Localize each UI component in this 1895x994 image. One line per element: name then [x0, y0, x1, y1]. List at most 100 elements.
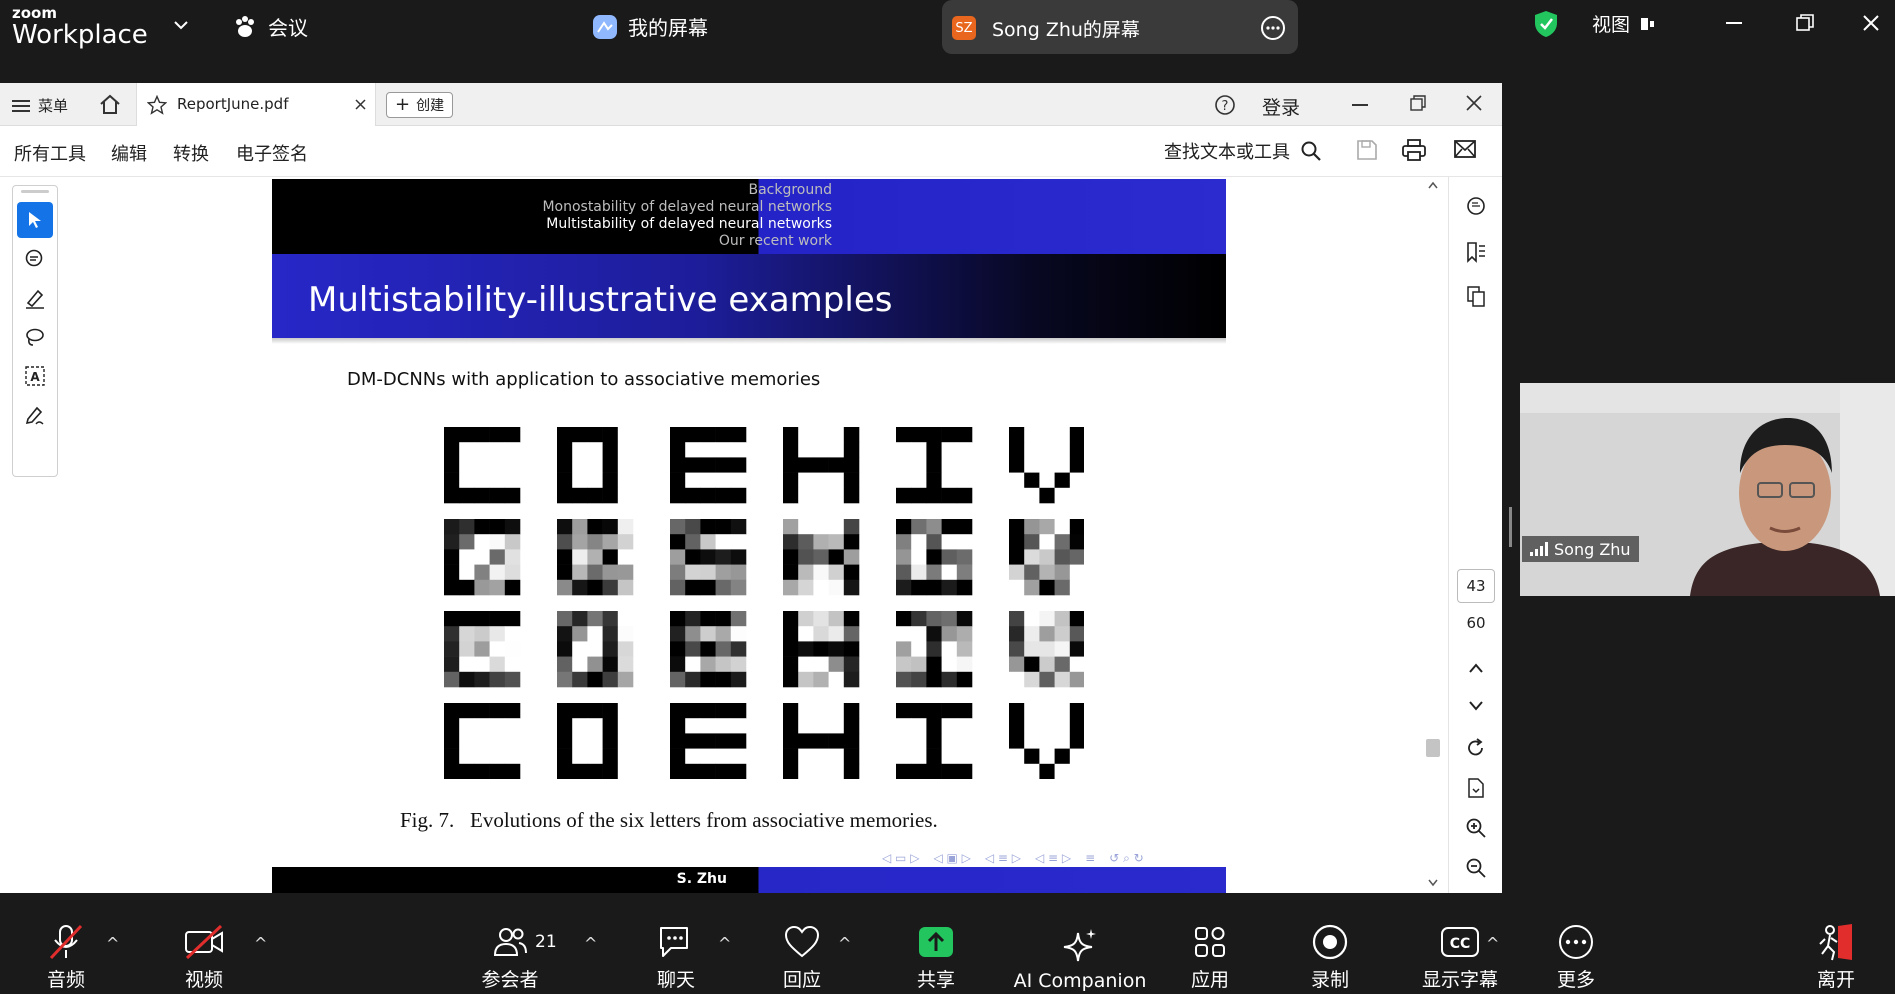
react-button[interactable]: 回应: [770, 912, 834, 994]
highlight-tool-button[interactable]: [17, 280, 53, 316]
panel-grip[interactable]: [21, 190, 49, 193]
workplace-dropdown[interactable]: [172, 16, 190, 34]
nav-search-icon[interactable]: ↺ ⌕ ↻: [1109, 851, 1143, 866]
more-options-icon[interactable]: [1260, 15, 1286, 41]
nav-section-3[interactable]: Multistability of delayed neural network…: [272, 216, 832, 232]
next-page-icon[interactable]: [1463, 693, 1489, 719]
print-icon[interactable]: [1402, 139, 1426, 161]
create-button[interactable]: + 创建: [386, 92, 454, 118]
shield-check-icon[interactable]: [1533, 10, 1559, 38]
nav-section-4[interactable]: Our recent work: [272, 233, 832, 249]
rotate-icon[interactable]: [1463, 735, 1489, 761]
participant-video-feed: [1520, 383, 1895, 596]
apps-button[interactable]: 应用: [1178, 912, 1242, 994]
footer-author: S. Zhu: [676, 871, 727, 887]
nav-subsection-icon[interactable]: ◁ ▣ ▷: [933, 851, 970, 866]
current-page-input[interactable]: 43: [1457, 569, 1495, 603]
text-tool-button[interactable]: A: [17, 358, 53, 394]
scroll-thumb[interactable]: [1426, 739, 1440, 757]
beamer-nav-symbols[interactable]: ◁ ▭ ▷ ◁ ▣ ▷ ◁ ≡ ▷ ◁ ≡ ▷ ≡ ↺ ⌕ ↻: [882, 851, 1144, 866]
my-screen-button[interactable]: 我的屏幕: [592, 12, 708, 41]
help-icon[interactable]: ?: [1214, 94, 1236, 116]
mail-icon[interactable]: [1454, 140, 1476, 158]
minimize-window-icon[interactable]: [1726, 22, 1742, 26]
panel-splitter[interactable]: [1509, 507, 1512, 547]
letter-tile-e-row-3: [670, 611, 747, 688]
convert-menu[interactable]: 转换: [173, 140, 209, 166]
react-options-caret[interactable]: ^: [838, 934, 851, 953]
bookmarks-icon[interactable]: [1463, 239, 1489, 265]
menu-label: 菜单: [38, 97, 69, 115]
pages-copy-icon[interactable]: [1463, 283, 1489, 309]
find-label: 查找文本或工具: [1164, 142, 1290, 163]
nav-section-2[interactable]: Monostability of delayed neural networks: [272, 199, 832, 215]
all-tools-menu[interactable]: 所有工具: [14, 140, 86, 166]
record-button[interactable]: 录制: [1298, 912, 1362, 994]
audio-button[interactable]: 音频: [34, 912, 98, 994]
close-window-icon[interactable]: [1862, 14, 1880, 32]
captions-button[interactable]: CC 显示字幕: [1410, 912, 1510, 994]
view-button[interactable]: 视图: [1592, 10, 1656, 37]
page-fit-icon[interactable]: [1463, 775, 1489, 801]
meeting-button[interactable]: 会议: [232, 12, 308, 41]
acrobat-restore-icon[interactable]: [1410, 95, 1426, 111]
sign-tool-button[interactable]: [17, 397, 53, 433]
letter-tile-c-row-1: [444, 427, 521, 504]
participants-options-caret[interactable]: ^: [584, 934, 597, 953]
login-button[interactable]: 登录: [1262, 93, 1300, 120]
my-screen-label: 我的屏幕: [628, 16, 708, 40]
menu-button[interactable]: 菜单: [12, 95, 68, 116]
comment-tool-button[interactable]: [17, 241, 53, 277]
apps-icon: [1195, 927, 1225, 957]
ai-companion-label: AI Companion: [1013, 970, 1147, 992]
chat-options-caret[interactable]: ^: [718, 934, 731, 953]
star-icon[interactable]: [147, 95, 167, 115]
shared-screen-tab[interactable]: SZ Song Zhu的屏幕: [942, 0, 1298, 54]
scroll-down-icon[interactable]: [1428, 879, 1438, 887]
acrobat-close-icon[interactable]: [1466, 95, 1482, 111]
nav-section-1[interactable]: Background: [272, 182, 832, 198]
document-tab[interactable]: ReportJune.pdf: [136, 83, 376, 127]
audio-options-caret[interactable]: ^: [106, 934, 119, 953]
close-tab-icon[interactable]: [355, 99, 366, 110]
captions-options-caret[interactable]: ^: [1486, 934, 1499, 953]
audio-label: 音频: [46, 969, 85, 991]
ai-assistant-icon[interactable]: [1463, 193, 1489, 219]
select-tool-button[interactable]: [17, 202, 53, 238]
more-button[interactable]: 更多: [1544, 912, 1608, 994]
draw-tool-button[interactable]: [17, 319, 53, 355]
video-button[interactable]: 视频: [172, 912, 236, 994]
participants-icon: [493, 928, 527, 956]
leave-button[interactable]: 离开: [1804, 912, 1868, 994]
previous-page-icon[interactable]: [1463, 655, 1489, 681]
scroll-up-icon[interactable]: [1428, 181, 1438, 189]
share-button[interactable]: 共享: [904, 912, 968, 994]
letter-tile-c-row-3: [444, 611, 521, 688]
meeting-label: 会议: [268, 16, 308, 40]
letter-tile-i-row-2: [896, 519, 973, 596]
home-icon[interactable]: [98, 93, 122, 115]
ai-companion-button[interactable]: AI Companion: [1010, 912, 1150, 994]
vertical-scrollbar[interactable]: [1424, 177, 1442, 893]
right-tools-panel: 43 60: [1448, 177, 1502, 893]
participants-button[interactable]: 参会者: [478, 912, 542, 994]
find-text-or-tools[interactable]: 查找文本或工具: [1164, 138, 1322, 164]
save-icon[interactable]: [1356, 139, 1378, 161]
nav-section-icon[interactable]: ◁ ≡ ▷: [985, 851, 1021, 866]
esign-menu[interactable]: 电子签名: [236, 140, 308, 166]
chat-button[interactable]: 聊天: [644, 912, 708, 994]
lasso-icon: [26, 328, 44, 346]
restore-window-icon[interactable]: [1796, 14, 1814, 32]
zoom-out-icon[interactable]: [1463, 855, 1489, 881]
nav-frame-icon[interactable]: ◁ ▭ ▷: [882, 851, 919, 866]
zoom-in-icon[interactable]: [1463, 815, 1489, 841]
nav-doc-icon[interactable]: ◁ ≡ ▷: [1035, 851, 1071, 866]
video-options-caret[interactable]: ^: [254, 934, 267, 953]
acrobat-minimize-icon[interactable]: [1352, 104, 1368, 107]
signal-strength-icon: [1530, 542, 1548, 556]
chat-icon: [660, 927, 688, 957]
participant-video-tile[interactable]: Song Zhu: [1520, 383, 1895, 596]
share-label: 共享: [916, 969, 955, 991]
nav-align-icon[interactable]: ≡: [1085, 851, 1095, 866]
edit-menu[interactable]: 编辑: [111, 140, 147, 166]
